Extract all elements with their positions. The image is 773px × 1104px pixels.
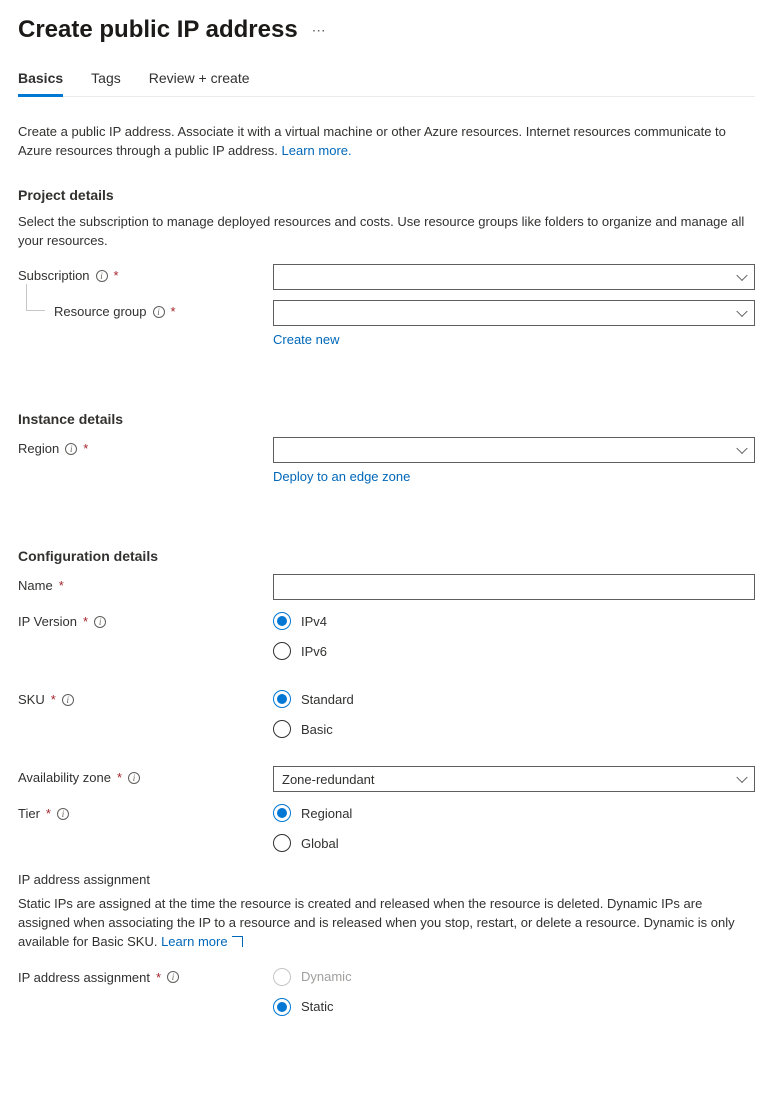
radio-assign-dynamic: Dynamic: [273, 968, 755, 986]
tab-bar: Basics Tags Review + create: [18, 70, 755, 97]
radio-bullet-icon: [273, 612, 291, 630]
info-icon[interactable]: i: [96, 270, 108, 282]
radio-bullet-icon: [273, 804, 291, 822]
page-title: Create public IP address: [18, 16, 298, 44]
chevron-down-icon: [736, 443, 747, 454]
chevron-down-icon: [736, 772, 747, 783]
tab-basics[interactable]: Basics: [18, 70, 63, 96]
radio-sku-standard[interactable]: Standard: [273, 690, 755, 708]
info-icon[interactable]: i: [128, 772, 140, 784]
radio-sku-standard-label: Standard: [301, 692, 354, 707]
required-marker: *: [51, 692, 56, 707]
radio-bullet-icon: [273, 998, 291, 1016]
info-icon[interactable]: i: [57, 808, 69, 820]
required-marker: *: [171, 304, 176, 319]
required-marker: *: [59, 578, 64, 593]
tab-review-create[interactable]: Review + create: [149, 70, 250, 96]
name-input[interactable]: [273, 574, 755, 600]
required-marker: *: [83, 614, 88, 629]
ip-assignment-subhead: IP address assignment: [18, 872, 755, 887]
project-details-heading: Project details: [18, 187, 755, 203]
required-marker: *: [83, 441, 88, 456]
tier-label: Tier: [18, 806, 40, 821]
info-icon[interactable]: i: [167, 971, 179, 983]
required-marker: *: [46, 806, 51, 821]
subscription-label: Subscription: [18, 268, 90, 283]
radio-sku-basic-label: Basic: [301, 722, 333, 737]
radio-assign-dynamic-label: Dynamic: [301, 969, 352, 984]
subscription-select[interactable]: [273, 264, 755, 290]
configuration-details-heading: Configuration details: [18, 548, 755, 564]
chevron-down-icon: [736, 270, 747, 281]
radio-tier-global-label: Global: [301, 836, 339, 851]
info-icon[interactable]: i: [65, 443, 77, 455]
sku-label: SKU: [18, 692, 45, 707]
region-label: Region: [18, 441, 59, 456]
radio-sku-basic[interactable]: Basic: [273, 720, 755, 738]
ip-version-label: IP Version: [18, 614, 77, 629]
radio-tier-regional-label: Regional: [301, 806, 352, 821]
chevron-down-icon: [736, 306, 747, 317]
radio-assign-static-label: Static: [301, 999, 334, 1014]
radio-assign-static[interactable]: Static: [273, 998, 755, 1016]
resource-group-label: Resource group: [54, 304, 147, 319]
region-select[interactable]: [273, 437, 755, 463]
radio-tier-regional[interactable]: Regional: [273, 804, 755, 822]
ip-assignment-learn-more-link[interactable]: Learn more: [161, 934, 242, 949]
required-marker: *: [114, 268, 119, 283]
intro-text: Create a public IP address. Associate it…: [18, 123, 755, 161]
radio-bullet-icon: [273, 968, 291, 986]
ip-assignment-desc: Static IPs are assigned at the time the …: [18, 895, 755, 952]
radio-ipv4[interactable]: IPv4: [273, 612, 755, 630]
resource-group-select[interactable]: [273, 300, 755, 326]
radio-ipv6[interactable]: IPv6: [273, 642, 755, 660]
info-icon[interactable]: i: [62, 694, 74, 706]
availability-zone-label: Availability zone: [18, 770, 111, 785]
radio-tier-global[interactable]: Global: [273, 834, 755, 852]
required-marker: *: [117, 770, 122, 785]
create-new-rg-link[interactable]: Create new: [273, 332, 339, 347]
radio-bullet-icon: [273, 720, 291, 738]
intro-body: Create a public IP address. Associate it…: [18, 124, 726, 158]
instance-details-heading: Instance details: [18, 411, 755, 427]
radio-bullet-icon: [273, 690, 291, 708]
radio-bullet-icon: [273, 834, 291, 852]
availability-zone-value: Zone-redundant: [282, 772, 375, 787]
project-details-desc: Select the subscription to manage deploy…: [18, 213, 755, 251]
more-actions-icon[interactable]: ⋯: [312, 22, 327, 39]
info-icon[interactable]: i: [153, 306, 165, 318]
radio-bullet-icon: [273, 642, 291, 660]
intro-learn-more-link[interactable]: Learn more.: [282, 143, 352, 158]
required-marker: *: [156, 970, 161, 985]
info-icon[interactable]: i: [94, 616, 106, 628]
tab-tags[interactable]: Tags: [91, 70, 121, 96]
ip-assignment-label: IP address assignment: [18, 970, 150, 985]
ip-assignment-desc-text: Static IPs are assigned at the time the …: [18, 896, 735, 949]
name-label: Name: [18, 578, 53, 593]
radio-ipv4-label: IPv4: [301, 614, 327, 629]
deploy-edge-zone-link[interactable]: Deploy to an edge zone: [273, 469, 410, 484]
radio-ipv6-label: IPv6: [301, 644, 327, 659]
availability-zone-select[interactable]: Zone-redundant: [273, 766, 755, 792]
